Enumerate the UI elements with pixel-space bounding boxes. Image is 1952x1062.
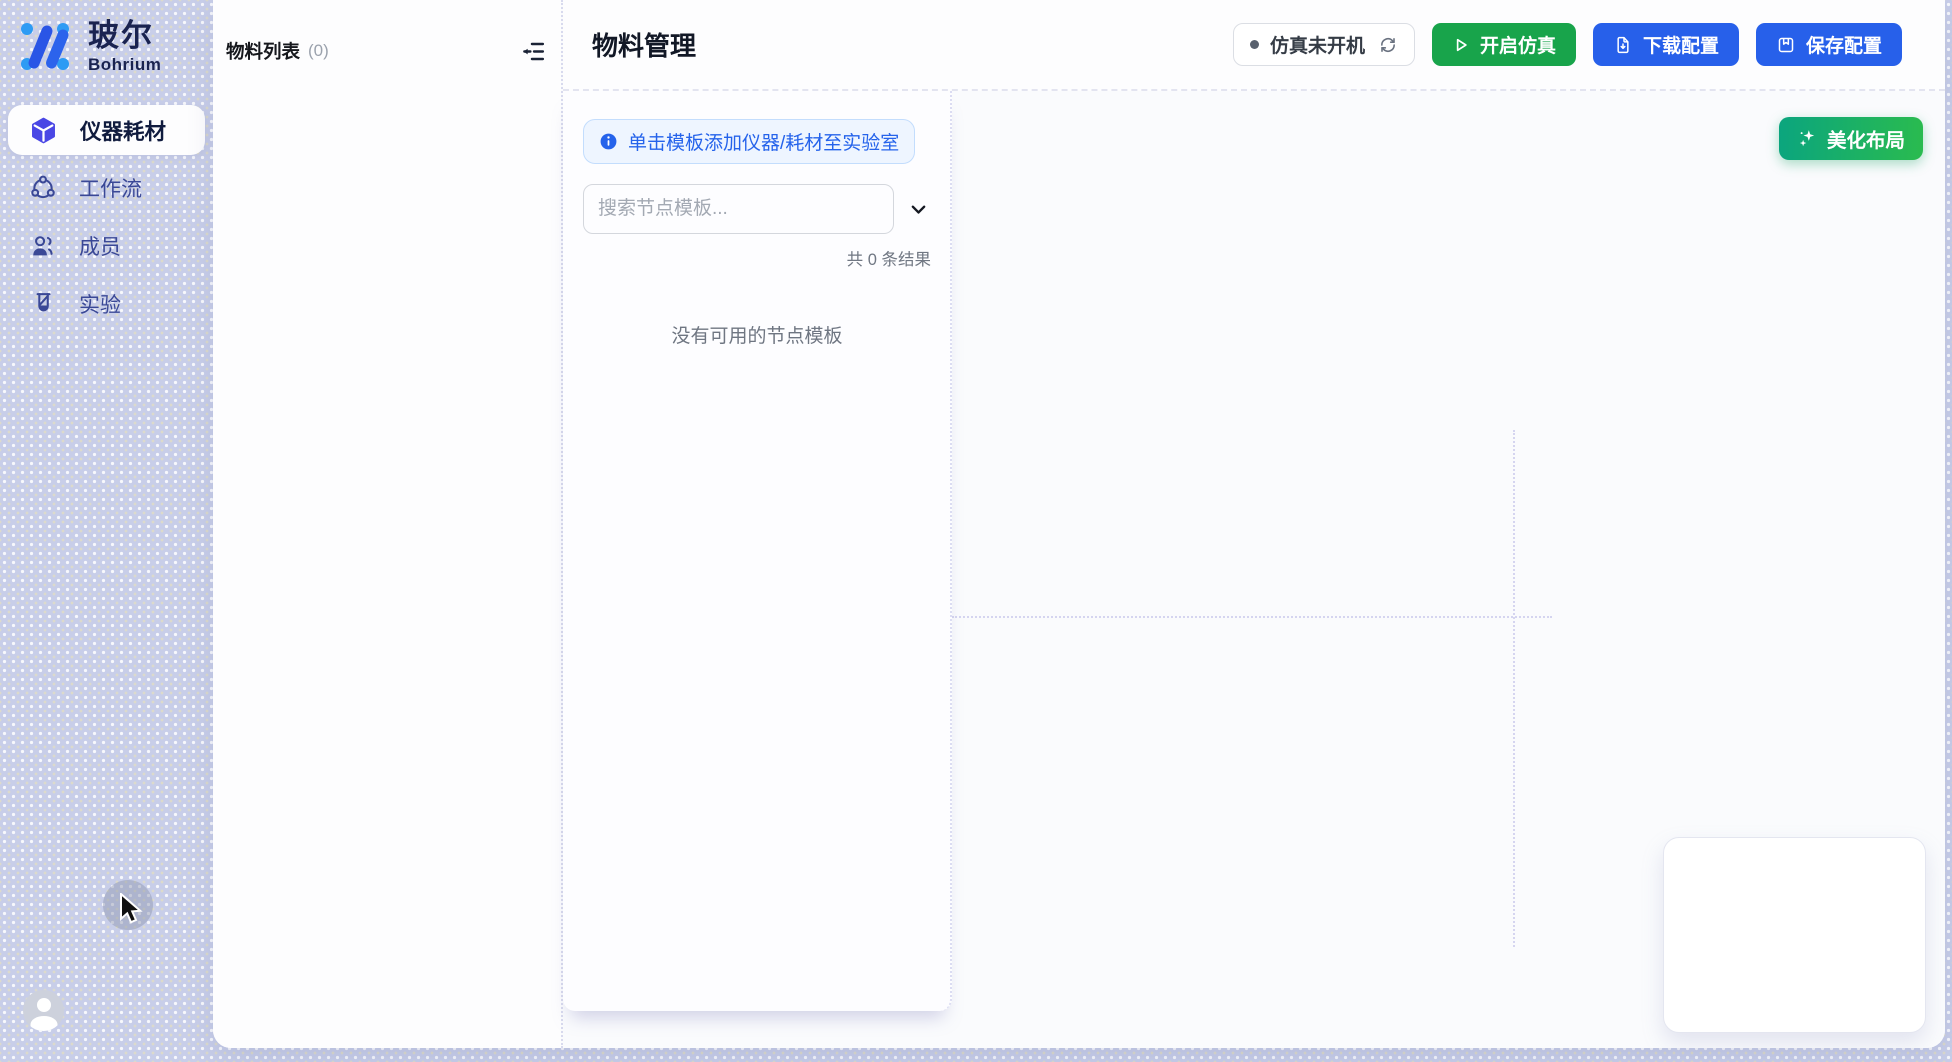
template-search-input[interactable]: [583, 184, 894, 234]
main-area: 物料管理 仿真未开机: [561, 0, 1945, 1048]
expand-templates-button[interactable]: [908, 199, 929, 220]
sidebar-item-label: 成员: [79, 231, 121, 261]
main-header: 物料管理 仿真未开机: [563, 0, 1945, 91]
collapse-panel-icon: [521, 39, 546, 64]
sidebar-item-workflow[interactable]: 工作流: [8, 163, 205, 213]
sidebar-item-experiments[interactable]: 实验: [8, 279, 205, 329]
logo-title: 玻尔: [88, 19, 161, 53]
play-icon: [1452, 36, 1470, 54]
save-config-label: 保存配置: [1806, 31, 1882, 58]
workflow-icon: [30, 175, 56, 201]
material-list-panel: 物料列表 (0): [213, 0, 561, 1048]
app-logo: 玻尔 Bohrium: [17, 19, 161, 75]
layout-canvas[interactable]: 单击模板添加仪器/耗材至实验室 共 0 条结果 没有可用的节点模板: [563, 91, 1945, 1048]
app-root: { "sidebar": { "logo": { "title": "玻尔", …: [0, 0, 1952, 1062]
node-template-panel: 单击模板添加仪器/耗材至实验室 共 0 条结果 没有可用的节点模板: [563, 91, 952, 1011]
refresh-icon: [1378, 35, 1398, 55]
start-simulation-button[interactable]: 开启仿真: [1432, 23, 1576, 66]
simulation-status-text: 仿真未开机: [1270, 31, 1365, 58]
status-dot-icon: [1250, 40, 1259, 49]
template-empty-text: 没有可用的节点模板: [583, 321, 931, 348]
sidebar-item-label: 工作流: [79, 173, 142, 203]
collapse-panel-button[interactable]: [521, 39, 546, 64]
sidebar-footer: 实验室: [0, 992, 213, 1062]
template-result-count: 共 0 条结果: [583, 246, 931, 270]
page-title: 物料管理: [592, 26, 696, 63]
file-download-icon: [1613, 35, 1633, 55]
template-hint-text: 单击模板添加仪器/耗材至实验室: [628, 128, 899, 155]
template-search-row: [583, 184, 931, 234]
canvas-guide-horizontal: [952, 616, 1552, 618]
content-area: 物料列表 (0) 物料管理 仿真未开机: [213, 0, 1945, 1048]
template-hint-banner: 单击模板添加仪器/耗材至实验室: [583, 119, 915, 164]
bohrium-logo-icon: [17, 19, 71, 75]
avatar[interactable]: [23, 990, 64, 1031]
start-simulation-label: 开启仿真: [1480, 31, 1556, 58]
download-config-label: 下载配置: [1643, 31, 1719, 58]
material-list-header: 物料列表 (0): [213, 0, 561, 64]
cube-icon: [30, 117, 57, 144]
logo-subtitle: Bohrium: [88, 55, 161, 75]
simulation-status-pill: 仿真未开机: [1233, 23, 1415, 66]
sidebar-item-instruments[interactable]: 仪器耗材: [8, 105, 205, 155]
save-icon: [1776, 35, 1796, 55]
sidebar: 玻尔 Bohrium 仪器耗材 工作流: [0, 0, 213, 1062]
members-icon: [30, 233, 56, 259]
material-list-title: 物料列表: [226, 38, 300, 64]
material-list-count: (0): [308, 41, 329, 61]
canvas-guide-vertical: [1513, 430, 1515, 947]
sidebar-item-label: 仪器耗材: [80, 115, 166, 146]
sidebar-item-members[interactable]: 成员: [8, 221, 205, 271]
experiment-icon: [30, 291, 56, 317]
mouse-cursor-icon: [119, 893, 147, 925]
beautify-layout-button[interactable]: 美化布局: [1779, 117, 1923, 160]
info-icon: [599, 132, 618, 151]
canvas-minimap[interactable]: [1663, 837, 1926, 1033]
sparkles-icon: [1797, 128, 1818, 149]
refresh-status-button[interactable]: [1378, 35, 1398, 55]
sidebar-nav: 仪器耗材 工作流 成员: [8, 105, 205, 329]
chevron-down-icon: [908, 199, 929, 220]
beautify-layout-label: 美化布局: [1827, 124, 1905, 153]
header-actions: 仿真未开机 开启仿真: [1233, 23, 1902, 66]
download-config-button[interactable]: 下载配置: [1593, 23, 1739, 66]
save-config-button[interactable]: 保存配置: [1756, 23, 1902, 66]
sidebar-item-label: 实验: [79, 289, 121, 319]
